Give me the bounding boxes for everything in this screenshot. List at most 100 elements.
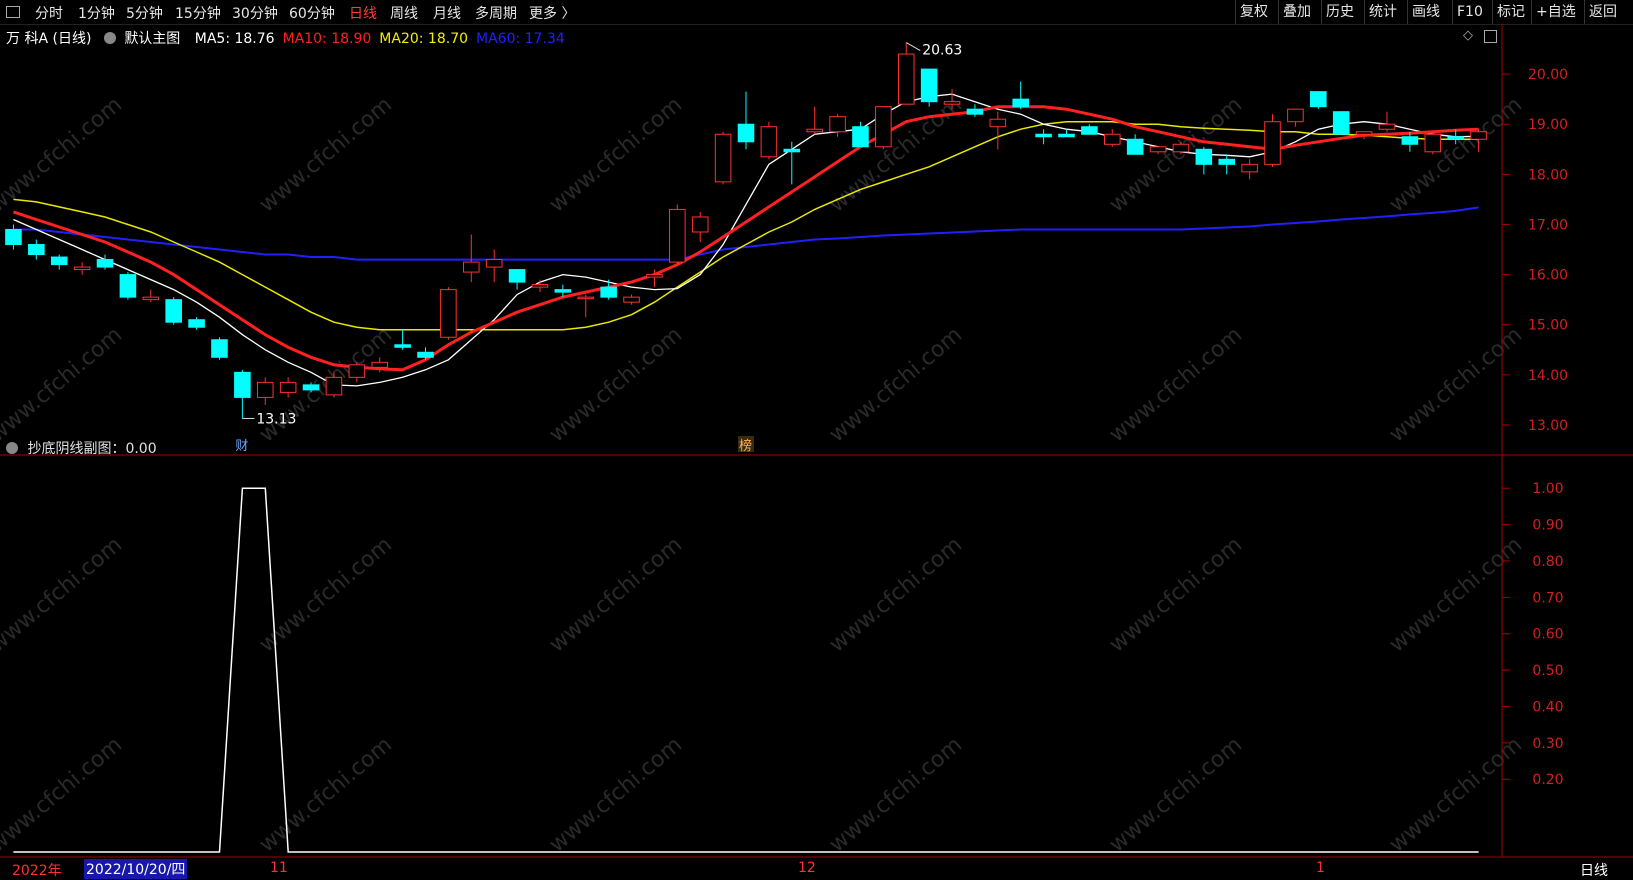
candle-body (1424, 133, 1442, 153)
candle[interactable] (1378, 111, 1396, 132)
candle-body (531, 284, 549, 288)
rank-marker-icon[interactable]: 榜 (739, 438, 752, 454)
candle-body (852, 126, 869, 148)
candle[interactable] (279, 377, 297, 398)
candle-body (234, 371, 251, 398)
watermark-text: www.cfchi.com (825, 322, 967, 447)
candle[interactable] (669, 204, 686, 265)
watermark-layer: www.cfchi.com www.cfchi.com www.cfchi.com w… (0, 92, 1527, 857)
candle-body (5, 228, 22, 246)
candle[interactable] (737, 91, 755, 150)
candle-body (1401, 136, 1419, 145)
candle[interactable] (50, 254, 68, 270)
candle-body (691, 216, 709, 233)
value-tick-label: 0.70 (1532, 590, 1563, 606)
candle[interactable] (1035, 129, 1052, 145)
watermark-text: www.cfchi.com (545, 732, 687, 857)
candle[interactable] (714, 131, 732, 185)
candle-body (1081, 126, 1098, 135)
candle[interactable] (829, 114, 846, 137)
candle[interactable] (897, 42, 915, 105)
watermark-text: www.cfchi.com (1105, 732, 1247, 857)
candle[interactable] (600, 279, 617, 300)
candle[interactable] (966, 104, 984, 117)
candle[interactable] (142, 289, 160, 303)
candle[interactable] (5, 224, 22, 250)
candle[interactable] (1195, 146, 1213, 175)
value-tick-label: 0.80 (1532, 554, 1563, 570)
candle[interactable] (234, 369, 251, 419)
candle[interactable] (1287, 108, 1304, 127)
candle[interactable] (623, 294, 640, 305)
candle-body (1149, 146, 1167, 153)
candle[interactable] (1081, 124, 1098, 135)
candle[interactable] (1241, 159, 1258, 180)
candle[interactable] (211, 337, 228, 360)
candle-body (371, 361, 389, 368)
candle-body (875, 106, 892, 148)
candle-body (1470, 131, 1487, 140)
watermark-text: www.cfchi.com (1385, 532, 1527, 657)
candle-body (119, 274, 137, 298)
candle-body (50, 256, 68, 266)
finance-marker-icon[interactable]: 财 (235, 439, 248, 454)
price-tick-label: 13.00 (1528, 418, 1568, 434)
candle[interactable] (1264, 114, 1281, 167)
candle[interactable] (508, 269, 526, 290)
watermark-text: www.cfchi.com (255, 92, 397, 217)
candle-body (669, 208, 686, 263)
candle[interactable] (875, 106, 892, 150)
candle-body (188, 319, 205, 328)
candle[interactable] (577, 294, 595, 318)
candle[interactable] (463, 234, 480, 283)
candle[interactable] (1012, 81, 1029, 110)
candle-body (737, 123, 755, 143)
candle[interactable] (1424, 131, 1442, 155)
candle[interactable] (28, 239, 45, 260)
value-tick-label: 0.40 (1532, 699, 1563, 715)
candle[interactable] (394, 329, 411, 350)
value-tick-label: 0.60 (1532, 627, 1563, 643)
candle[interactable] (188, 317, 205, 330)
watermark-text: www.cfchi.com (1105, 532, 1247, 657)
candle[interactable] (1218, 154, 1236, 175)
price-tick-label: 19.00 (1528, 117, 1568, 133)
candle[interactable] (760, 121, 778, 160)
candle-body (646, 274, 663, 278)
candle[interactable] (1126, 134, 1144, 155)
watermark-text: www.cfchi.com (545, 532, 687, 657)
candle-body (897, 53, 915, 105)
candle[interactable] (806, 106, 823, 135)
sub-indicator-line (13, 487, 1479, 853)
candle[interactable] (531, 279, 549, 293)
candle[interactable] (1310, 91, 1327, 110)
candle[interactable] (1332, 111, 1350, 135)
candle-body (989, 118, 1007, 128)
ma60-line (13, 206, 1479, 261)
candle[interactable] (783, 141, 801, 185)
candle[interactable] (440, 287, 457, 340)
candle[interactable] (73, 262, 91, 275)
candle-body (211, 339, 228, 358)
candle[interactable] (1103, 129, 1121, 147)
month-label-12: 12 (798, 860, 816, 876)
candle[interactable] (485, 249, 503, 283)
candle[interactable] (691, 211, 709, 243)
candle-body (1172, 143, 1190, 153)
period-label[interactable]: 日线 (1580, 860, 1608, 880)
candle-body (623, 296, 640, 303)
kline-chart[interactable]: www.cfchi.com www.cfchi.com www.cfchi.com w… (0, 0, 1633, 879)
watermark-text: www.cfchi.com (1385, 92, 1527, 217)
year-label: 2022年 (12, 863, 62, 879)
candle[interactable] (256, 377, 274, 405)
month-label-11: 11 (270, 860, 288, 876)
watermark-text: www.cfchi.com (545, 92, 687, 217)
candle[interactable] (119, 272, 137, 300)
candle-body (714, 133, 732, 183)
candle-body (1195, 148, 1213, 165)
candle[interactable] (165, 297, 182, 325)
candle-body (96, 259, 114, 268)
candle[interactable] (989, 111, 1007, 150)
candle-body (783, 148, 801, 153)
candle[interactable] (920, 68, 938, 107)
